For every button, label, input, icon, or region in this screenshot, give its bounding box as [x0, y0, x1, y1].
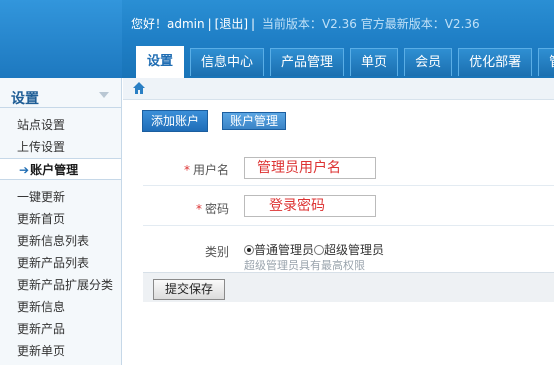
username-row: * 用户名 管理员用户名 [143, 146, 554, 186]
collapse-arrow-icon[interactable] [99, 92, 109, 98]
tab-member[interactable]: 会员 [404, 48, 453, 76]
sidebar-item-update-page[interactable]: 更新单页 [0, 340, 121, 362]
add-account-button[interactable]: 添加账户 [142, 110, 209, 132]
home-icon[interactable] [132, 81, 146, 95]
tab-product-manage[interactable]: 产品管理 [270, 48, 345, 76]
top-header: 您好！admin | [退出] | 当前版本：V2.36 官方最新版本：V2.36 设… [0, 0, 554, 78]
breadcrumb [123, 78, 554, 100]
required-mark: * [183, 163, 190, 177]
role-option-normal[interactable]: 普通管理员 [254, 243, 314, 257]
sidebar-item-update-product-category[interactable]: 更新产品扩展分类 [0, 274, 121, 296]
logo-area [0, 0, 122, 78]
password-row: * 密码 登录密码 [143, 186, 554, 226]
sidebar-item-update-info[interactable]: 更新信息 [0, 296, 121, 318]
sidebar-item-one-click-update[interactable]: 一键更新 [0, 186, 121, 208]
sidebar-item-account-manage[interactable]: ➔账户管理 [0, 158, 121, 180]
password-input[interactable]: 登录密码 [244, 195, 376, 217]
password-label: * 密码 [195, 202, 229, 216]
sidebar-item-upload-settings[interactable]: 上传设置 [0, 136, 121, 158]
role-radio-normal[interactable] [244, 245, 254, 255]
role-option-super[interactable]: 超级管理员 [324, 243, 384, 257]
sidebar-item-label: 账户管理 [30, 163, 79, 177]
sidebar-header[interactable]: 设置 [0, 78, 121, 108]
arrow-right-icon: ➔ [19, 163, 30, 177]
tab-seo-deploy[interactable]: 优化部署 [458, 48, 533, 76]
action-toolbar: 添加账户 账户管理 [142, 110, 287, 132]
current-version-label: 当前版本： [261, 17, 322, 31]
role-hint: 超级管理员具有最高权限 [244, 259, 365, 272]
tab-settings[interactable]: 设置 [136, 46, 185, 78]
username-label: * 用户名 [183, 163, 229, 177]
sidebar: 设置 站点设置 上传设置 ➔账户管理 一键更新 更新首页 更新信息列表 更新产品… [0, 78, 122, 365]
sidebar-item-site-settings[interactable]: 站点设置 [0, 114, 121, 136]
sidebar-item-update-product[interactable]: 更新产品 [0, 318, 121, 340]
required-mark: * [195, 202, 202, 216]
tab-single-page[interactable]: 单页 [350, 48, 399, 76]
role-label: 类别 [204, 245, 229, 259]
current-version: V2.36 [321, 17, 357, 31]
latest-version: V2.36 [444, 17, 480, 31]
sidebar-item-update-home[interactable]: 更新首页 [0, 208, 121, 230]
sidebar-item-update-product-list[interactable]: 更新产品列表 [0, 252, 121, 274]
submit-bar: 提交保存 [143, 272, 554, 302]
main-content: 添加账户 账户管理 * 用户名 管理员用户名 * 密码 登录密码 类别 普通管理员超… [123, 78, 554, 365]
role-radio-super[interactable] [314, 245, 325, 255]
header-info: 您好！admin | [退出] | 当前版本：V2.36 官方最新版本：V2.36 [131, 17, 480, 31]
tab-manage-cut[interactable]: 管 [538, 48, 554, 76]
role-row: 类别 普通管理员 超级管理员 超级管理员具有最高权限 [143, 226, 554, 272]
sidebar-title: 设置 [11, 91, 39, 107]
greeting-text: 您好！ [131, 17, 168, 31]
logout-link[interactable]: [退出] [215, 17, 248, 31]
role-radio-group: 普通管理员 超级管理员 [244, 241, 384, 258]
main-tabs: 设置 信息中心 产品管理 单页 会员 优化部署 管 [136, 46, 554, 78]
submit-save-button[interactable]: 提交保存 [153, 279, 226, 300]
tab-info-center[interactable]: 信息中心 [190, 48, 265, 76]
account-manage-button[interactable]: 账户管理 [222, 112, 287, 130]
username-text: admin [167, 17, 205, 31]
sidebar-item-update-info-list[interactable]: 更新信息列表 [0, 230, 121, 252]
account-form: * 用户名 管理员用户名 * 密码 登录密码 类别 普通管理员 超级管理员 超级管理员… [143, 146, 554, 272]
latest-version-label: 官方最新版本： [360, 17, 445, 31]
username-input[interactable]: 管理员用户名 [244, 157, 376, 179]
